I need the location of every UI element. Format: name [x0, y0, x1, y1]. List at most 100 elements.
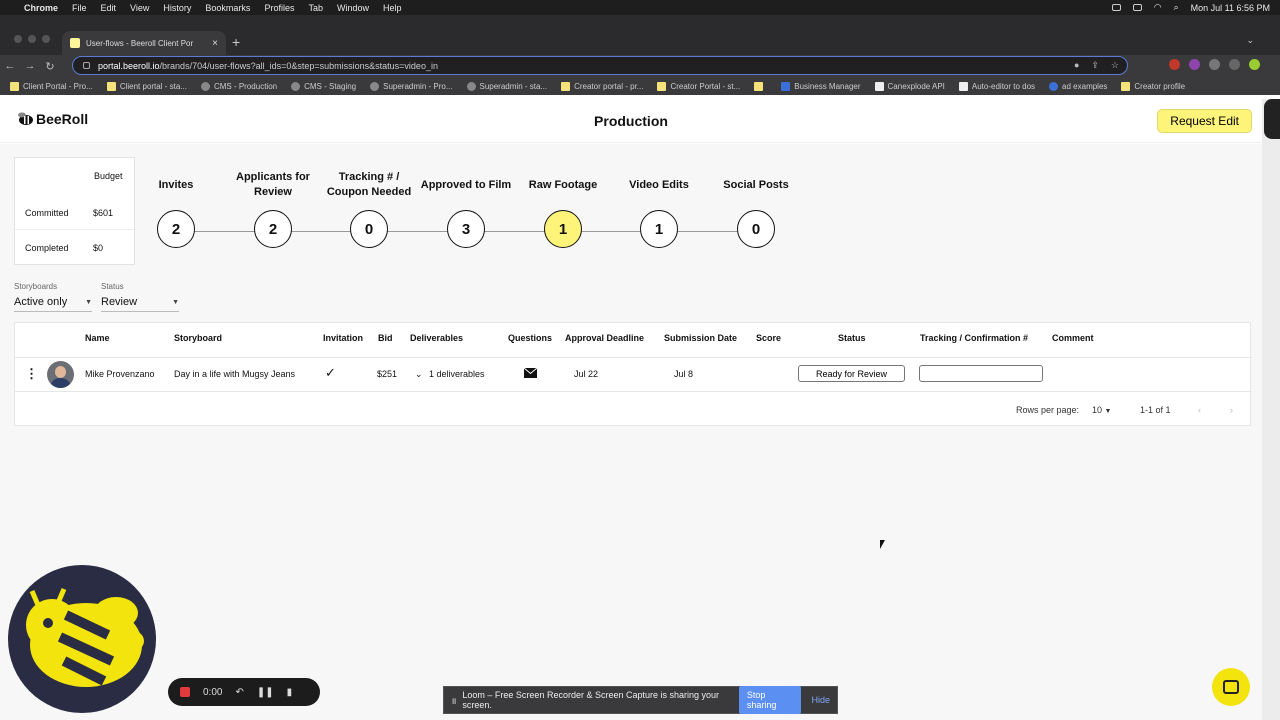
avatar[interactable]	[47, 361, 74, 388]
step-raw-footage[interactable]: Raw Footage 1	[515, 168, 611, 248]
deliverables-value[interactable]: 1 deliverables	[429, 369, 485, 379]
menu-help[interactable]: Help	[383, 3, 402, 13]
hide-button[interactable]: Hide	[811, 695, 830, 705]
step-count[interactable]: 0	[737, 210, 775, 248]
bookmark[interactable]: Business Manager	[781, 81, 861, 91]
menu-bookmarks[interactable]: Bookmarks	[205, 3, 250, 13]
share-icon[interactable]: ⇪	[1091, 60, 1099, 71]
bookmark[interactable]: Auto-editor to dos	[958, 81, 1035, 91]
address-bar[interactable]: portal.beeroll.io /brands/704/user-flows…	[72, 56, 1128, 75]
new-tab-icon[interactable]: +	[232, 34, 240, 50]
col-comment[interactable]: Comment	[1052, 333, 1094, 343]
col-storyboard[interactable]: Storyboard	[174, 333, 222, 343]
menu-edit[interactable]: Edit	[101, 3, 117, 13]
bookmark[interactable]: CMS - Staging	[291, 81, 356, 91]
status-button[interactable]: Ready for Review	[798, 365, 905, 382]
step-applicants[interactable]: Applicants for Review 2	[225, 168, 321, 248]
storyboard-name[interactable]: Day in a life with Mugsy Jeans	[174, 369, 295, 379]
extensions	[1169, 59, 1260, 70]
bookmark[interactable]: Creator portal - pr...	[561, 81, 643, 91]
rows-per-page-select[interactable]: 10 ▼	[1092, 405, 1111, 415]
step-count[interactable]: 1	[640, 210, 678, 248]
forward-icon[interactable]: →	[20, 60, 40, 72]
menu-app[interactable]: Chrome	[24, 3, 58, 13]
col-invitation[interactable]: Invitation	[323, 333, 363, 343]
bookmark[interactable]: CMS - Production	[200, 81, 277, 91]
chat-launcher-button[interactable]	[1212, 668, 1250, 706]
lock-icon[interactable]	[83, 62, 90, 69]
stop-sharing-button[interactable]: Stop sharing	[738, 686, 802, 714]
tab-search-icon[interactable]: ⌄	[1246, 35, 1254, 46]
envelope-icon[interactable]	[524, 368, 537, 378]
bookmark[interactable]	[754, 81, 767, 91]
col-submission-date[interactable]: Submission Date	[664, 333, 737, 343]
step-invites[interactable]: Invites 2	[128, 168, 224, 248]
bookmark[interactable]: Superadmin - Pro...	[370, 81, 453, 91]
trash-icon[interactable]: ▮	[287, 687, 293, 698]
col-approval-deadline[interactable]: Approval Deadline	[565, 333, 644, 343]
sidepanel-icon[interactable]	[1229, 59, 1240, 70]
mic-icon[interactable]: ●	[1074, 60, 1079, 71]
window-controls[interactable]	[14, 35, 50, 43]
col-name[interactable]: Name	[85, 333, 110, 343]
browser-tab[interactable]: User-flows - Beeroll Client Por ×	[62, 31, 226, 55]
pause-icon[interactable]: ❚❚	[257, 687, 274, 698]
col-questions[interactable]: Questions	[508, 333, 552, 343]
bookmark[interactable]: Client Portal - Pro...	[10, 81, 93, 91]
wifi-icon[interactable]: ◠	[1154, 2, 1162, 13]
close-tab-icon[interactable]: ×	[212, 38, 218, 49]
storyboards-select[interactable]: Active only ▼	[14, 296, 92, 312]
col-deliverables[interactable]: Deliverables	[410, 333, 463, 343]
col-tracking[interactable]: Tracking / Confirmation #	[920, 333, 1028, 343]
menu-profiles[interactable]: Profiles	[264, 3, 294, 13]
bookmark[interactable]: Creator profile	[1121, 81, 1185, 91]
step-count[interactable]: 0	[350, 210, 388, 248]
step-tracking[interactable]: Tracking # / Coupon Needed 0	[321, 168, 417, 248]
status-select[interactable]: Review ▼	[101, 296, 179, 312]
puzzle-icon[interactable]	[1209, 59, 1220, 70]
spotlight-icon[interactable]: ⌕	[1174, 2, 1179, 13]
record-icon[interactable]	[180, 687, 190, 697]
col-status[interactable]: Status	[838, 333, 866, 343]
step-approved[interactable]: Approved to Film 3	[418, 168, 514, 248]
menu-history[interactable]: History	[163, 3, 191, 13]
extension-icon[interactable]	[1189, 59, 1200, 70]
restart-icon[interactable]: ↶	[235, 687, 243, 698]
prev-page-icon[interactable]: ‹	[1198, 405, 1201, 415]
battery-icon[interactable]	[1132, 4, 1142, 11]
status-tray-icon[interactable]	[1111, 4, 1121, 11]
page-scrollbar[interactable]	[1262, 99, 1280, 720]
chevron-down-icon[interactable]: ⌄	[415, 369, 423, 380]
bookmark[interactable]: ad examples	[1049, 81, 1107, 91]
tracking-input[interactable]	[919, 365, 1043, 382]
chat-icon	[1223, 680, 1239, 694]
loom-controls: 0:00 ↶ ❚❚ ▮	[168, 678, 320, 706]
request-edit-button[interactable]: Request Edit	[1157, 109, 1252, 133]
next-page-icon[interactable]: ›	[1230, 405, 1233, 415]
menu-window[interactable]: Window	[337, 3, 369, 13]
bookmark[interactable]: Canexplode API	[874, 81, 945, 91]
menu-file[interactable]: File	[72, 3, 87, 13]
step-count[interactable]: 3	[447, 210, 485, 248]
creator-name[interactable]: Mike Provenzano	[85, 369, 155, 379]
step-count[interactable]: 2	[254, 210, 292, 248]
back-icon[interactable]: ←	[0, 60, 20, 72]
step-video-edits[interactable]: Video Edits 1	[611, 168, 707, 248]
loom-camera-bubble[interactable]	[8, 565, 156, 713]
bookmark[interactable]: Creator Portal - st...	[657, 81, 740, 91]
profile-icon[interactable]	[1249, 59, 1260, 70]
col-score[interactable]: Score	[756, 333, 781, 343]
step-social-posts[interactable]: Social Posts 0	[708, 168, 804, 248]
bookmark[interactable]: Client portal - sta...	[106, 81, 187, 91]
menu-tab[interactable]: Tab	[308, 3, 323, 13]
clock[interactable]: Mon Jul 11 6:56 PM	[1191, 3, 1270, 13]
row-menu-icon[interactable]: ⋮	[25, 366, 38, 382]
col-bid[interactable]: Bid	[378, 333, 393, 343]
bookmark-star-icon[interactable]: ☆	[1111, 60, 1119, 71]
bookmark[interactable]: Superadmin - sta...	[466, 81, 547, 91]
step-count[interactable]: 2	[157, 210, 195, 248]
menu-view[interactable]: View	[130, 3, 149, 13]
reload-icon[interactable]: ↻	[40, 60, 60, 73]
step-count[interactable]: 1	[544, 210, 582, 248]
extension-icon[interactable]	[1169, 59, 1180, 70]
